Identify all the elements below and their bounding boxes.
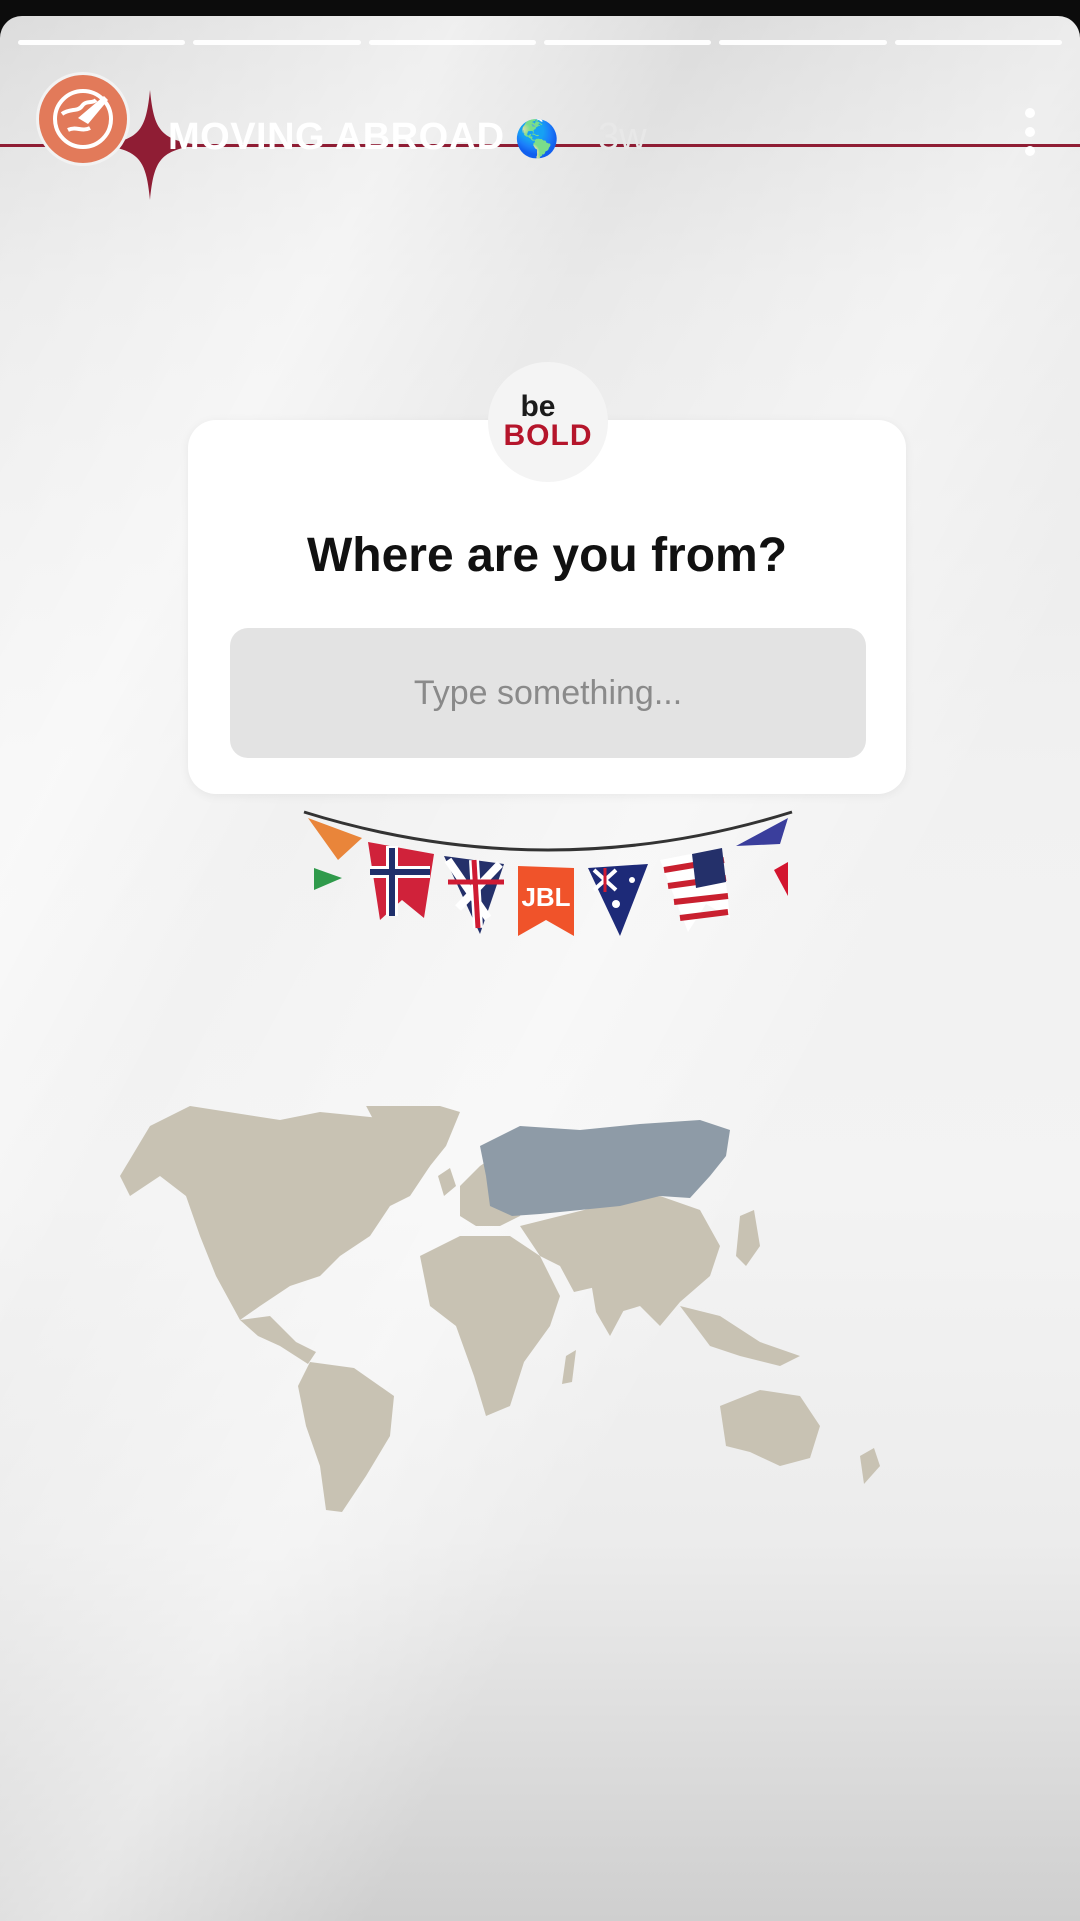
globe-emoji: 🌎: [514, 118, 560, 159]
highlighted-region: [480, 1120, 730, 1216]
progress-segment: [18, 40, 186, 45]
account-name-label: MOVING ABROAD: [168, 116, 505, 158]
globe-plane-icon: [53, 89, 113, 149]
world-map: [120, 1106, 880, 1512]
logo-bottom-text: BOLD: [503, 419, 593, 452]
story-view[interactable]: MOVING ABROAD 🌎 3w be BOLD Where are you …: [0, 16, 1080, 1921]
beBold-logo: be BOLD: [488, 362, 608, 482]
progress-segment: [368, 40, 536, 45]
jbl-text: JBL: [521, 882, 570, 912]
more-options-icon[interactable]: [1018, 108, 1042, 156]
sticker-question: Where are you from?: [306, 529, 788, 582]
answer-placeholder: Type something...: [413, 673, 683, 712]
flag-uk: [444, 856, 504, 934]
flag-jbl: JBL: [518, 866, 574, 936]
progress-segment: [543, 40, 712, 45]
progress-segment: [894, 40, 1062, 45]
answer-input[interactable]: Type something...: [230, 628, 866, 758]
logo-top-text: be: [520, 390, 556, 423]
avatar[interactable]: [36, 72, 130, 166]
progress-segment: [719, 40, 887, 45]
account-name[interactable]: MOVING ABROAD 🌎: [168, 116, 560, 160]
progress-segment: [193, 40, 361, 45]
flag-australia: [588, 864, 648, 936]
flag-usa: [660, 848, 730, 932]
flag-norway: [368, 842, 434, 920]
story-progress: [18, 40, 1062, 45]
flag-bunting: JBL: [303, 810, 793, 936]
post-age: 3w: [598, 116, 647, 158]
